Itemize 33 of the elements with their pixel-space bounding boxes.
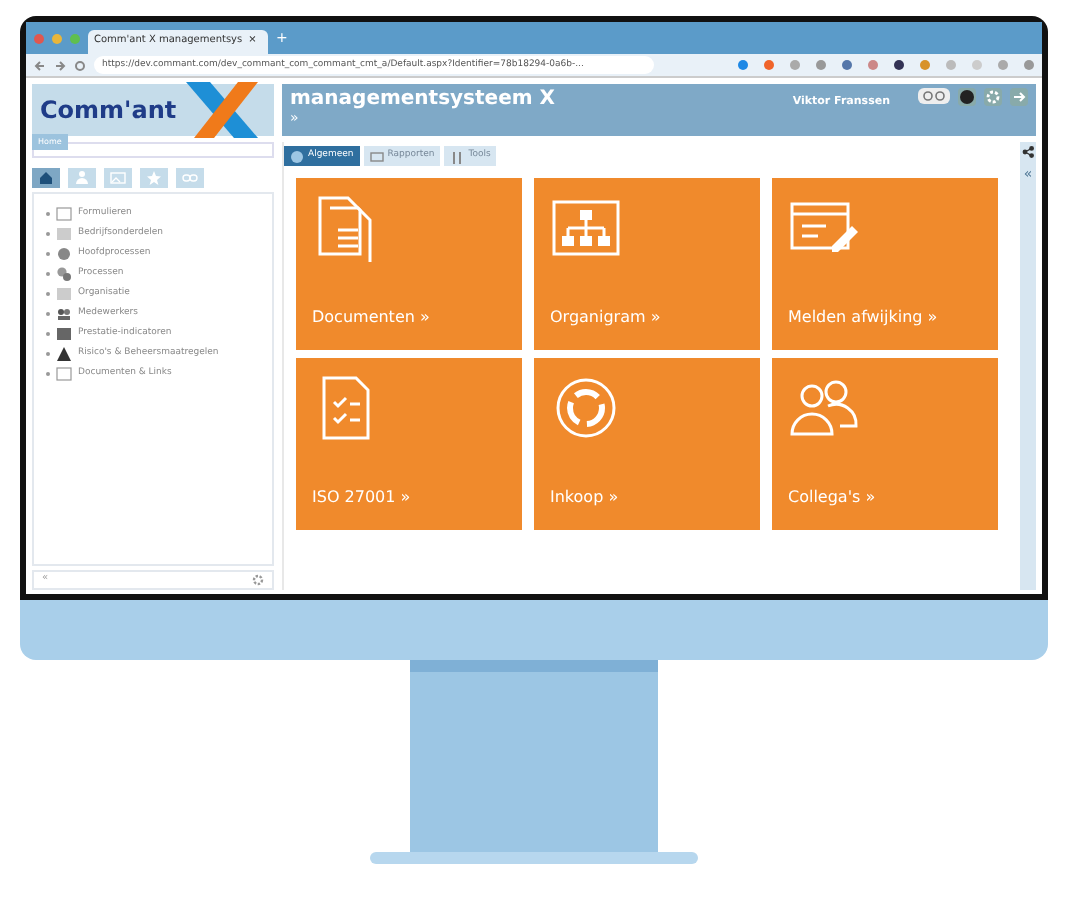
back-icon[interactable] [34, 59, 46, 71]
table-icon [56, 326, 72, 342]
people-icon[interactable] [68, 168, 96, 188]
tools-icon [450, 149, 465, 163]
form-icon [56, 366, 72, 382]
app-title: managementsysteem X [290, 88, 555, 110]
warning-icon [56, 346, 72, 362]
share-icon[interactable] [1022, 146, 1034, 158]
glasses-icon[interactable] [918, 88, 950, 104]
link-icon[interactable] [176, 168, 204, 188]
form-icon [56, 206, 72, 222]
tile[interactable]: ISO 27001 » [296, 358, 522, 530]
tile[interactable]: Melden afwijking » [772, 178, 998, 350]
tile[interactable]: Organigram » [534, 178, 760, 350]
report-icon [369, 149, 384, 163]
extension-icon[interactable] [894, 60, 904, 70]
search-field[interactable] [32, 142, 274, 158]
logout-icon[interactable] [1010, 88, 1028, 106]
home-icon[interactable] [32, 168, 60, 188]
forward-icon[interactable] [54, 59, 66, 71]
settings-icon[interactable] [252, 574, 264, 586]
card-icon [56, 226, 72, 242]
logo-text: Comm'ant [40, 94, 177, 128]
tile[interactable]: Documenten » [296, 178, 522, 350]
tile[interactable]: Inkoop » [534, 358, 760, 530]
card-icon [56, 286, 72, 302]
close-window-icon[interactable] [34, 33, 44, 43]
reload-icon[interactable] [74, 59, 86, 71]
image-icon[interactable] [104, 168, 132, 188]
minimize-window-icon[interactable] [52, 33, 62, 43]
tile[interactable]: Collega's » [772, 358, 998, 530]
maximize-window-icon[interactable] [70, 33, 80, 43]
people-icon [56, 306, 72, 322]
